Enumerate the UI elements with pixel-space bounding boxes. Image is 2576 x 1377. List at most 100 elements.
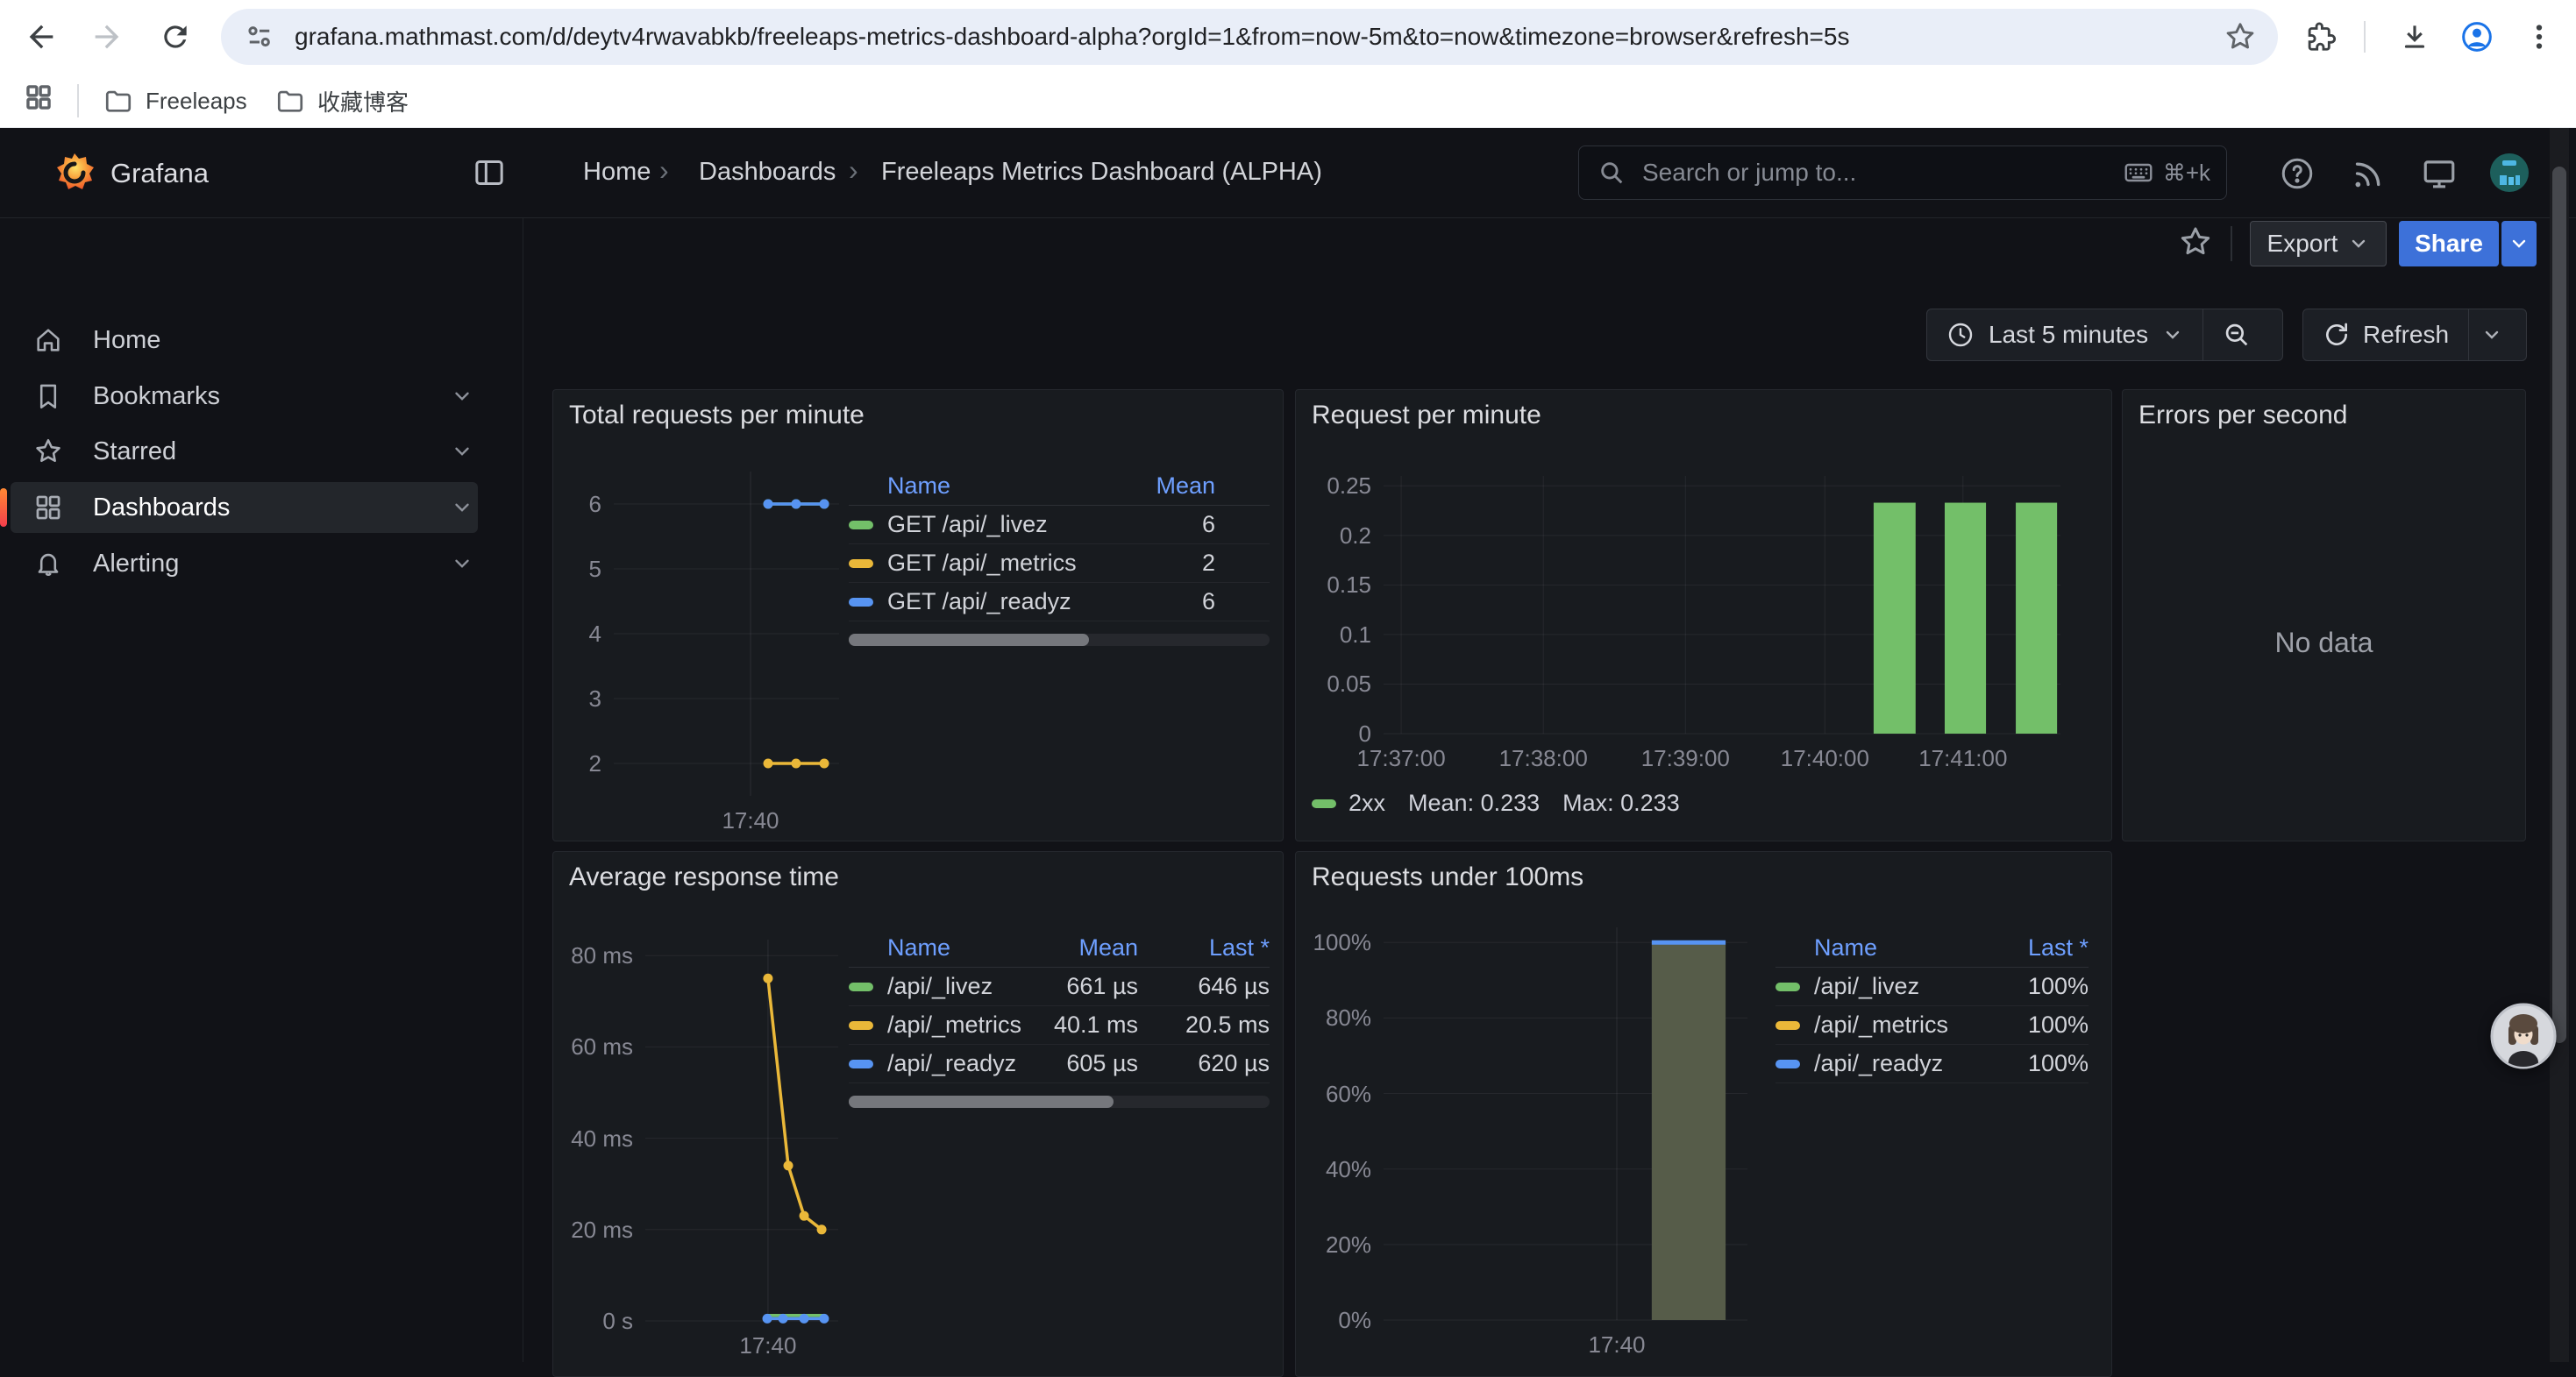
axis-tick: 4 [553, 620, 601, 648]
legend-table: Name Mean GET /api/_livez 6 GET /api/_me… [849, 467, 1270, 646]
chevron-down-icon[interactable] [436, 496, 488, 519]
series-color-pill [1775, 1021, 1800, 1030]
axis-tick: 60 ms [553, 1033, 633, 1061]
forward-button[interactable] [81, 11, 133, 63]
axis-tick: 20 ms [553, 1216, 633, 1244]
breadcrumb-dashboards[interactable]: Dashboards [699, 158, 836, 187]
search-icon [1597, 158, 1626, 188]
axis-tick: 60% [1296, 1080, 1371, 1108]
table-row[interactable]: /api/_livez 100% [1775, 968, 2089, 1006]
site-settings-icon[interactable] [244, 21, 275, 53]
assistant-avatar[interactable] [2490, 1003, 2557, 1069]
axis-tick: 2 [553, 749, 601, 777]
browser-chrome: grafana.mathmast.com/d/deytv4rwavabkb/fr… [0, 0, 2576, 128]
sidebar-item-starred[interactable]: Starred [11, 426, 478, 477]
panel-errors-per-second[interactable]: Errors per second No data [2122, 389, 2526, 841]
zoom-out-icon [2222, 320, 2252, 350]
axis-tick: 20% [1296, 1231, 1371, 1259]
panel-requests-under-100ms[interactable]: Requests under 100ms 100%80%60%40%20%0%1… [1295, 851, 2112, 1377]
chevron-down-icon[interactable] [436, 385, 488, 408]
share-dropdown-button[interactable] [2501, 221, 2537, 266]
extensions-icon[interactable] [2294, 11, 2346, 63]
reload-button[interactable] [149, 11, 202, 63]
bookmark-folder-blogs[interactable]: 收藏博客 [263, 82, 421, 119]
legend-header[interactable]: Name Last * [1775, 929, 2089, 968]
export-button[interactable]: Export [2250, 221, 2387, 266]
scrollbar-thumb[interactable] [2552, 167, 2566, 1043]
back-button[interactable] [15, 11, 68, 63]
sidebar-item-home[interactable]: Home [11, 315, 478, 366]
chevron-down-icon[interactable] [436, 552, 488, 575]
axis-tick: 5 [553, 555, 601, 583]
url-text[interactable]: grafana.mathmast.com/d/deytv4rwavabkb/fr… [295, 23, 2202, 51]
table-row[interactable]: /api/_metrics 40.1 ms 20.5 ms [849, 1006, 1270, 1045]
grid-icon [33, 493, 63, 522]
bookmarks-separator [77, 84, 79, 117]
legend-scrollbar[interactable] [849, 1096, 1270, 1108]
series-color-pill [1775, 983, 1800, 991]
table-row[interactable]: GET /api/_readyz 6 [849, 583, 1270, 621]
legend-table: Name Last * /api/_livez 100% /api/_metri… [1775, 929, 2089, 1083]
screen-share-icon[interactable] [2419, 153, 2459, 194]
axis-tick: 17:40 [680, 806, 821, 834]
axis-tick: 80% [1296, 1004, 1371, 1032]
search-shortcut: ⌘+k [2123, 157, 2210, 188]
axis-tick: 0.15 [1296, 571, 1371, 599]
page-scrollbar[interactable] [2550, 128, 2569, 1362]
table-row[interactable]: GET /api/_metrics 2 [849, 544, 1270, 583]
bookmark-star-icon[interactable] [2224, 20, 2257, 53]
series-color-pill [849, 521, 873, 529]
apps-grid-icon[interactable] [12, 71, 65, 124]
grafana-logo[interactable] [53, 152, 96, 195]
star-icon [33, 437, 63, 466]
chevron-down-icon [2481, 324, 2502, 345]
refresh-group: Refresh [2302, 309, 2527, 361]
chevron-down-icon[interactable] [436, 440, 488, 463]
active-indicator [0, 488, 7, 527]
panel-avg-response-time[interactable]: Average response time 80 ms60 ms40 ms20 … [552, 851, 1284, 1377]
bookmark-folder-freeleaps[interactable]: Freeleaps [91, 82, 260, 119]
time-range-picker[interactable]: Last 5 minutes [1927, 309, 2202, 360]
axis-tick: 100% [1296, 928, 1371, 956]
legend-header[interactable]: Name Mean Last * [849, 929, 1270, 968]
axis-tick: 17:40:00 [1754, 744, 1895, 772]
legend-series[interactable]: 2xx [1348, 790, 1385, 817]
table-row[interactable]: /api/_readyz 100% [1775, 1045, 2089, 1083]
axis-tick: 40 ms [553, 1125, 633, 1153]
search-input[interactable]: Search or jump to... ⌘+k [1578, 146, 2227, 200]
menu-dots-icon[interactable] [2513, 11, 2565, 63]
legend-max: Max: 0.233 [1562, 790, 1680, 817]
table-row[interactable]: GET /api/_livez 6 [849, 506, 1270, 544]
help-icon[interactable] [2277, 153, 2317, 194]
series-color-pill [849, 1021, 873, 1030]
grafana-app: Grafana Home › Dashboards › Freeleaps Me… [0, 128, 2576, 1362]
breadcrumb-home[interactable]: Home [583, 158, 651, 187]
sidebar-item-dashboards[interactable]: Dashboards [11, 482, 478, 533]
sidebar-item-bookmarks[interactable]: Bookmarks [11, 371, 478, 422]
table-row[interactable]: /api/_readyz 605 µs 620 µs [849, 1045, 1270, 1083]
news-rss-icon[interactable] [2348, 153, 2388, 194]
time-range-label: Last 5 minutes [1989, 321, 2148, 349]
panel-total-requests[interactable]: Total requests per minute 6543217:40 Nam… [552, 389, 1284, 841]
panel-request-per-minute[interactable]: Request per minute 0.250.20.150.10.05017… [1295, 389, 2112, 841]
folder-icon [275, 86, 305, 116]
refresh-interval-dropdown[interactable] [2469, 309, 2515, 360]
legend-scrollbar[interactable] [849, 634, 1270, 646]
time-range-group: Last 5 minutes [1926, 309, 2283, 361]
breadcrumb-current: Freeleaps Metrics Dashboard (ALPHA) [881, 158, 1322, 187]
url-bar[interactable]: grafana.mathmast.com/d/deytv4rwavabkb/fr… [221, 9, 2278, 65]
sidebar-item-alerting[interactable]: Alerting [11, 538, 478, 589]
bell-icon [33, 549, 63, 578]
table-row[interactable]: /api/_livez 661 µs 646 µs [849, 968, 1270, 1006]
breadcrumb-separator: › [659, 154, 669, 187]
table-row[interactable]: /api/_metrics 100% [1775, 1006, 2089, 1045]
share-button[interactable]: Share [2399, 221, 2499, 266]
legend-header[interactable]: Name Mean [849, 467, 1270, 506]
refresh-button[interactable]: Refresh [2303, 309, 2468, 360]
profile-icon[interactable] [2451, 11, 2503, 63]
zoom-out-button[interactable] [2203, 309, 2270, 360]
user-avatar[interactable] [2490, 153, 2529, 192]
dock-menu-icon[interactable] [469, 153, 509, 193]
favorite-star-icon[interactable] [2175, 222, 2216, 262]
download-icon[interactable] [2388, 11, 2441, 63]
